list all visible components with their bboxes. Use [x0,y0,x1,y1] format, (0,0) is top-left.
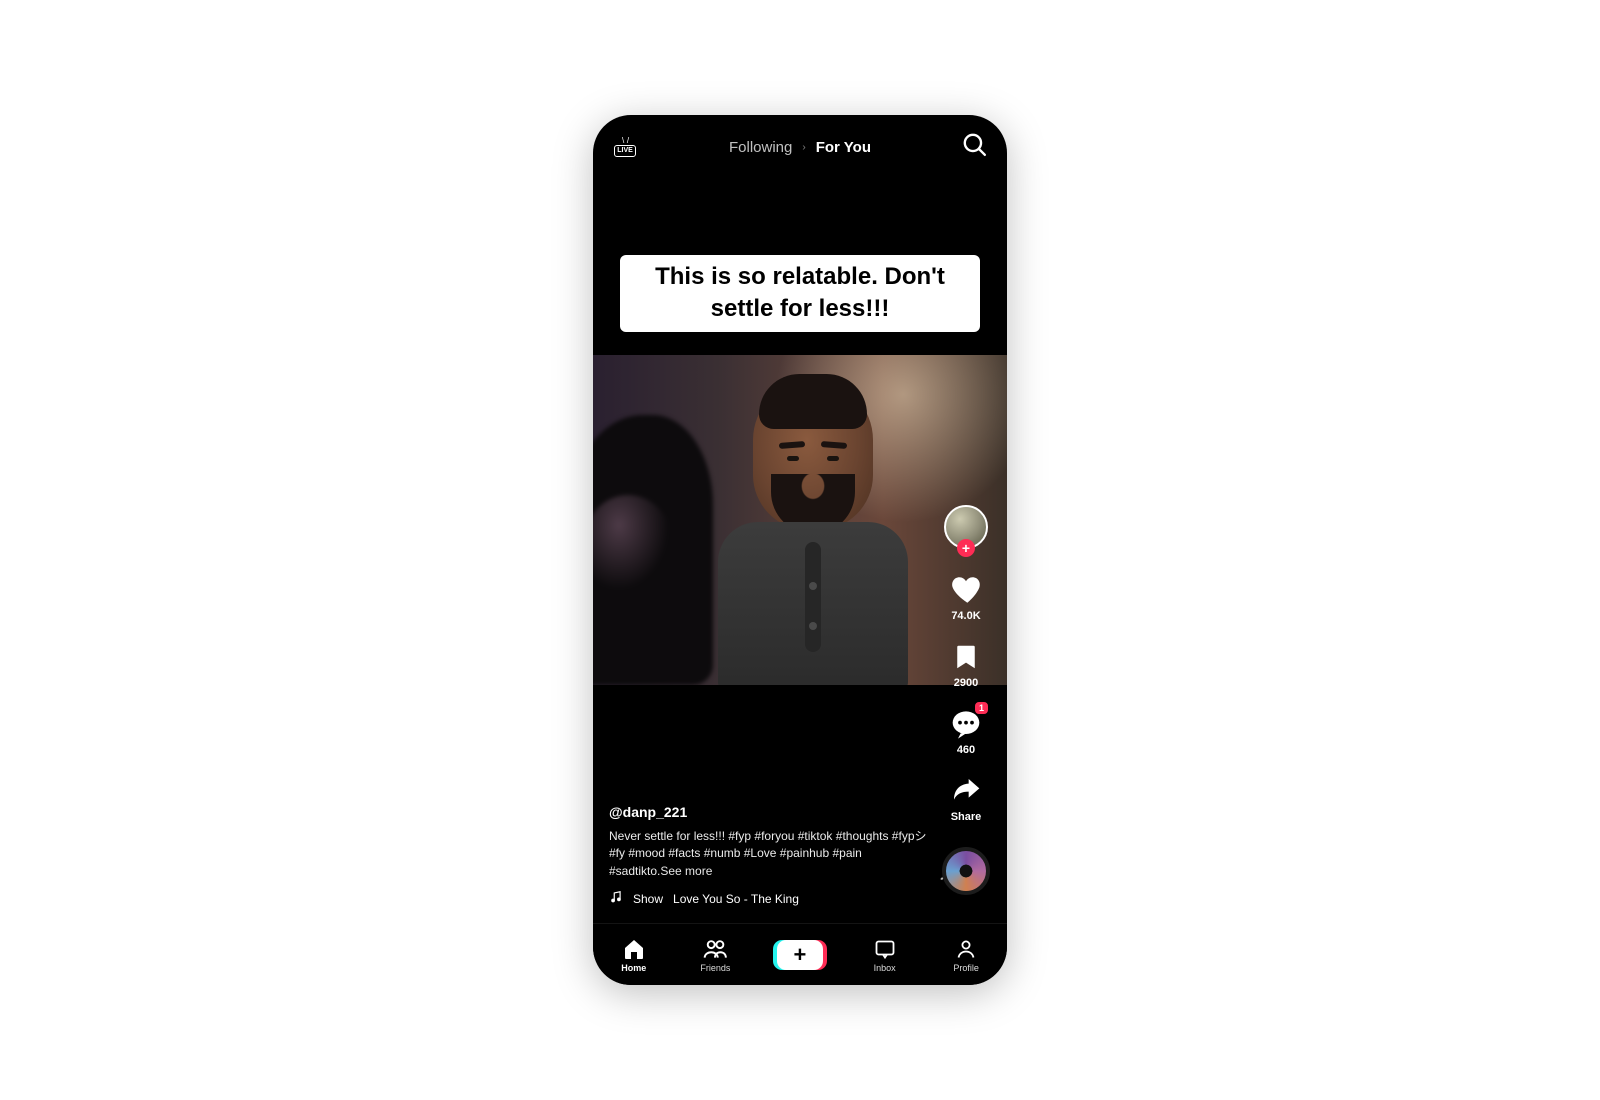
like-count: 74.0K [951,610,980,622]
video-caption-text: This is so relatable. Don't settle for l… [620,255,980,332]
see-more-link[interactable]: See more [660,864,712,878]
comment-badge: 1 [974,701,989,715]
bookmark-button[interactable]: 2900 [949,640,983,689]
nav-profile-label: Profile [953,963,979,973]
video-caption-overlay: This is so relatable. Don't settle for l… [593,255,1007,332]
tab-for-you[interactable]: For You [816,139,871,156]
heart-icon [949,573,983,607]
phone-frame: \ / LIVE Following › For You This is so … [593,115,1007,985]
friends-icon [702,937,728,961]
home-icon [622,937,646,961]
top-bar: \ / LIVE Following › For You [593,127,1007,167]
sound-title: Love You So - The King [673,892,799,906]
nav-inbox[interactable]: Inbox [855,937,915,973]
nav-inbox-label: Inbox [874,963,896,973]
like-button[interactable]: 74.0K [949,573,983,622]
share-label: Share [951,811,982,823]
creator-avatar[interactable]: + [944,505,988,549]
bookmark-icon [949,640,983,674]
nav-home-label: Home [621,963,646,973]
sound-disc[interactable] [942,847,990,895]
creator-username[interactable]: @danp_221 [609,804,927,820]
video-meta: @danp_221 Never settle for less!!! #fyp … [609,804,927,907]
comment-button[interactable]: 1 460 [949,707,983,756]
nav-create[interactable]: + [767,940,833,970]
tab-following[interactable]: Following [729,139,792,156]
nav-friends-label: Friends [700,963,730,973]
video-description[interactable]: Never settle for less!!! #fyp #foryou #t… [609,828,927,880]
follow-plus-icon[interactable]: + [957,539,975,557]
nav-profile[interactable]: Profile [936,937,996,973]
comment-count: 460 [957,744,975,756]
sound-prefix: Show [633,892,663,906]
create-button[interactable]: + [777,940,823,970]
music-note-icon [609,890,623,907]
nav-home[interactable]: Home [604,937,664,973]
profile-icon [954,937,978,961]
nav-friends[interactable]: Friends [685,937,745,973]
inbox-icon [873,937,897,961]
share-icon [949,774,983,808]
plus-icon: + [794,944,807,966]
sound-row[interactable]: Show Love You So - The King [609,890,927,907]
feed-tabs: Following › For You [729,139,871,156]
bookmark-count: 2900 [954,677,978,689]
comment-icon: 1 [949,707,983,741]
caption-text: Never settle for less!!! [609,829,728,843]
tab-separator: › [802,142,805,153]
share-button[interactable]: Share [949,774,983,823]
action-rail: + 74.0K 2900 [937,505,995,895]
bottom-nav: Home Friends + In [593,923,1007,985]
live-icon[interactable]: \ / LIVE [611,132,639,160]
search-icon[interactable] [961,131,989,159]
